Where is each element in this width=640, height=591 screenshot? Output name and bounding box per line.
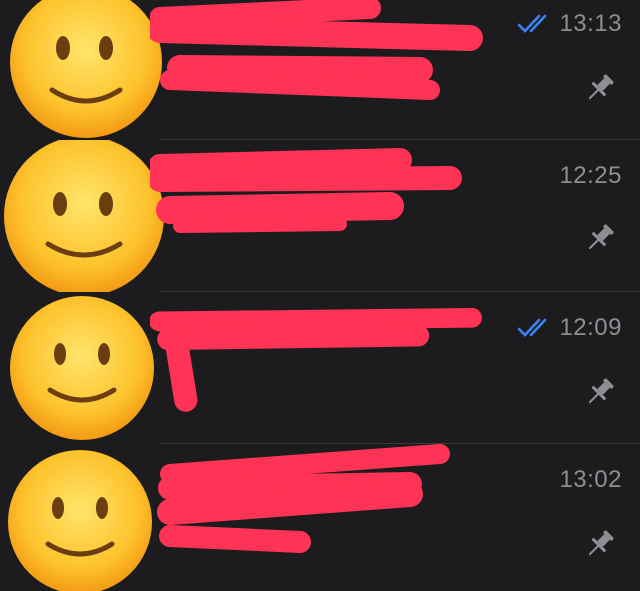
chat-time: 12:25 bbox=[559, 162, 622, 189]
chat-time: 12:09 bbox=[559, 314, 622, 341]
chat-list: 13:13 12:25 12:09 13:02 bbox=[0, 0, 640, 591]
redacted-name-scribble bbox=[150, 0, 483, 100]
slightly-smiling-face-icon bbox=[10, 0, 162, 138]
chat-row[interactable]: 12:09 bbox=[0, 292, 640, 444]
slightly-smiling-face-icon bbox=[8, 450, 152, 591]
pin-icon bbox=[588, 224, 614, 250]
slightly-smiling-face-icon bbox=[10, 296, 154, 440]
chat-time: 13:13 bbox=[559, 10, 622, 37]
redacted-name-scribble bbox=[157, 444, 450, 553]
chat-row[interactable]: 12:25 bbox=[0, 140, 640, 292]
pin-icon bbox=[588, 378, 614, 404]
chat-row[interactable]: 13:13 bbox=[0, 0, 640, 152]
chat-row[interactable]: 13:02 bbox=[0, 444, 640, 591]
double-check-icon bbox=[518, 318, 547, 337]
double-check-icon bbox=[518, 14, 547, 33]
pin-icon bbox=[588, 530, 614, 556]
redacted-name-scribble bbox=[150, 148, 462, 233]
redacted-name-scribble bbox=[150, 307, 482, 412]
chat-time: 13:02 bbox=[559, 466, 622, 493]
pin-icon bbox=[588, 74, 614, 100]
slightly-smiling-face-icon bbox=[4, 140, 164, 292]
